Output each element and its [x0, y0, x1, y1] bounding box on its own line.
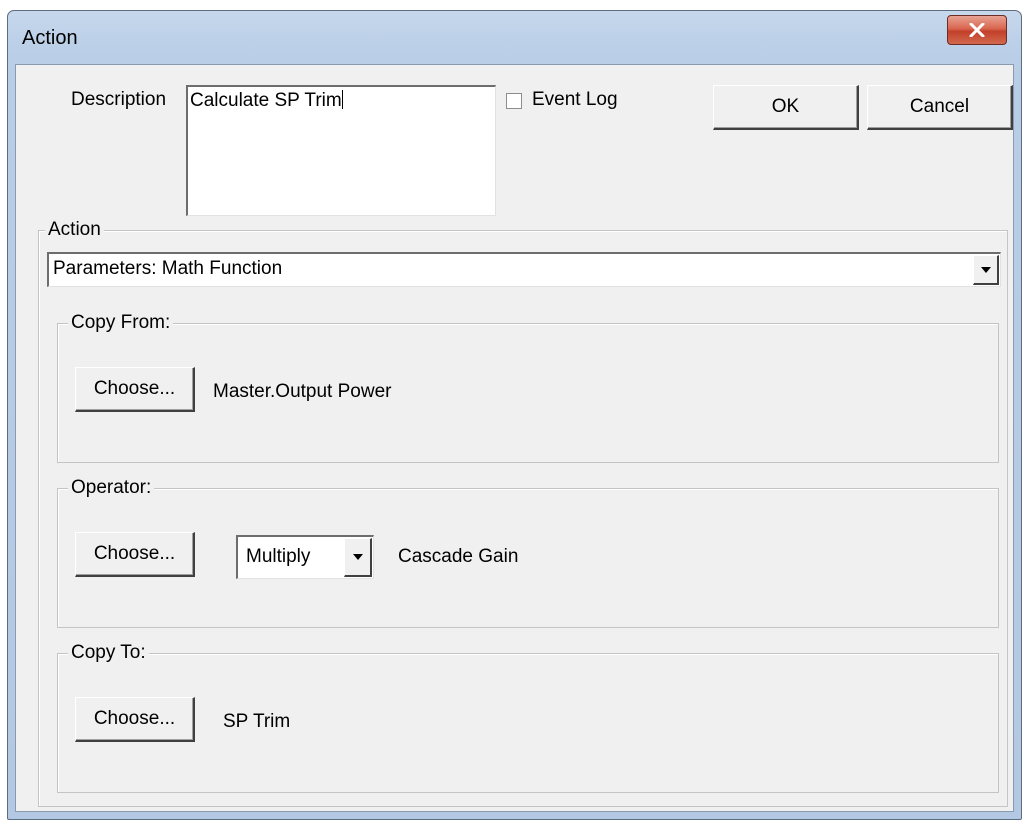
copy-from-groupbox: Copy From: Choose... Master.Output Power — [57, 312, 999, 463]
close-icon — [969, 23, 985, 37]
action-dialog-window: Action Description Calculate SP Trim Eve… — [7, 10, 1022, 820]
copy-to-title: Copy To: — [68, 642, 149, 664]
operator-dropdown[interactable]: Multiply — [236, 535, 374, 579]
dialog-client-area: Description Calculate SP Trim Event Log … — [15, 64, 1014, 812]
copy-to-choose-label: Choose... — [93, 708, 176, 729]
copy-from-choose-label: Choose... — [93, 378, 176, 399]
copy-from-value: Master.Output Power — [213, 381, 392, 402]
action-group-title: Action — [45, 219, 104, 241]
event-log-label[interactable]: Event Log — [532, 89, 618, 111]
action-type-dropdown[interactable]: Parameters: Math Function — [47, 252, 1001, 287]
action-type-dropdown-arrow[interactable] — [973, 255, 999, 285]
operator-choose-button[interactable]: Choose... — [75, 532, 195, 577]
cancel-button-label: Cancel — [909, 96, 970, 117]
operator-choose-label: Choose... — [93, 543, 176, 564]
chevron-down-icon — [352, 554, 363, 560]
description-text: Calculate SP Trim — [190, 90, 342, 111]
operator-dropdown-arrow[interactable] — [344, 538, 372, 577]
event-log-checkbox[interactable] — [506, 93, 522, 109]
copy-to-groupbox: Copy To: Choose... SP Trim — [57, 642, 999, 793]
operator-selected-value: Multiply — [246, 546, 311, 567]
copy-to-value: SP Trim — [223, 711, 291, 732]
operator-groupbox: Operator: Choose... Multiply Cascade Gai… — [57, 477, 999, 628]
copy-to-choose-button[interactable]: Choose... — [75, 697, 195, 742]
action-groupbox: Action Parameters: Math Function Copy Fr… — [38, 219, 1008, 807]
operator-value: Cascade Gain — [398, 546, 519, 567]
chevron-down-icon — [980, 266, 991, 273]
text-caret — [341, 90, 343, 109]
window-title: Action — [22, 27, 78, 49]
description-label: Description — [71, 89, 167, 110]
copy-from-title: Copy From: — [68, 312, 174, 334]
title-bar[interactable]: Action — [8, 11, 1021, 63]
operator-title: Operator: — [68, 477, 155, 499]
ok-button-label: OK — [771, 96, 800, 117]
action-type-value: Parameters: Math Function — [53, 258, 283, 279]
copy-from-choose-button[interactable]: Choose... — [75, 367, 195, 412]
close-button[interactable] — [947, 15, 1007, 45]
ok-button[interactable]: OK — [713, 85, 859, 130]
cancel-button[interactable]: Cancel — [867, 85, 1013, 130]
description-textarea[interactable]: Calculate SP Trim — [186, 85, 496, 216]
